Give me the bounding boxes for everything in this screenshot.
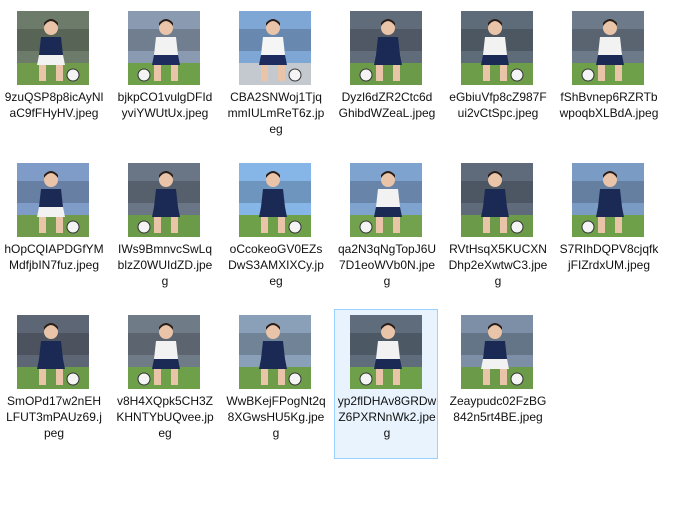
file-name[interactable]: IWs9BmnvcSwLqblzZ0WUIdZD.jpeg — [115, 241, 215, 289]
image-thumbnail-icon — [128, 315, 200, 389]
file-item[interactable]: SmOPd17w2nEHLFUT3mPAUz69.jpeg — [1, 309, 105, 459]
file-name[interactable]: hOpCQIAPDGfYMMdfjbIN7fuz.jpeg — [4, 241, 104, 273]
file-item[interactable]: RVtHsqX5KUCXNDhp2eXwtwC3.jpeg — [445, 157, 549, 307]
file-item[interactable]: S7RIhDQPV8cjqfkjFIZrdxUM.jpeg — [556, 157, 660, 307]
file-item[interactable]: CBA2SNWoj1TjqmmIULmReT6z.jpeg — [223, 5, 327, 155]
file-name[interactable]: Dyzl6dZR2Ctc6dGhibdWZeaL.jpeg — [337, 89, 437, 121]
image-thumbnail-icon — [17, 163, 89, 237]
file-item[interactable]: yp2flDHAv8GRDwZ6PXRNnWk2.jpeg — [334, 309, 438, 459]
image-thumbnail-icon — [239, 315, 311, 389]
file-item[interactable]: Zeaypudc02FzBG842n5rt4BE.jpeg — [445, 309, 549, 459]
image-thumbnail-icon — [461, 163, 533, 237]
image-thumbnail-icon — [239, 163, 311, 237]
file-item[interactable]: hOpCQIAPDGfYMMdfjbIN7fuz.jpeg — [1, 157, 105, 307]
image-thumbnail-icon — [461, 11, 533, 85]
file-item[interactable]: oCcokeoGV0EZsDwS3AMXIXCy.jpeg — [223, 157, 327, 307]
file-name[interactable]: eGbiuVfp8cZ987Fui2vCtSpc.jpeg — [448, 89, 548, 121]
file-item[interactable]: Dyzl6dZR2Ctc6dGhibdWZeaL.jpeg — [334, 5, 438, 155]
file-item[interactable]: WwBKejFPogNt2q8XGwsHU5Kg.jpeg — [223, 309, 327, 459]
file-name[interactable]: RVtHsqX5KUCXNDhp2eXwtwC3.jpeg — [448, 241, 548, 289]
file-name[interactable]: fShBvnep6RZRTbwpoqbXLBdA.jpeg — [559, 89, 659, 121]
file-grid: 9zuQSP8p8icAyNlaC9fFHyHV.jpeg bjkpCO1vulg… — [0, 0, 684, 512]
file-item[interactable]: fShBvnep6RZRTbwpoqbXLBdA.jpeg — [556, 5, 660, 155]
file-item[interactable]: qa2N3qNgTopJ6U7D1eoWVb0N.jpeg — [334, 157, 438, 307]
file-name[interactable]: SmOPd17w2nEHLFUT3mPAUz69.jpeg — [4, 393, 104, 441]
file-item[interactable]: IWs9BmnvcSwLqblzZ0WUIdZD.jpeg — [112, 157, 216, 307]
file-item[interactable]: v8H4XQpk5CH3ZKHNTYbUQvee.jpeg — [112, 309, 216, 459]
image-thumbnail-icon — [239, 11, 311, 85]
file-item[interactable]: eGbiuVfp8cZ987Fui2vCtSpc.jpeg — [445, 5, 549, 155]
file-name[interactable]: oCcokeoGV0EZsDwS3AMXIXCy.jpeg — [226, 241, 326, 289]
file-item[interactable]: bjkpCO1vulgDFIdyviYWUtUx.jpeg — [112, 5, 216, 155]
image-thumbnail-icon — [17, 315, 89, 389]
file-name[interactable]: bjkpCO1vulgDFIdyviYWUtUx.jpeg — [115, 89, 215, 121]
image-thumbnail-icon — [572, 11, 644, 85]
file-name[interactable]: 9zuQSP8p8icAyNlaC9fFHyHV.jpeg — [4, 89, 104, 121]
image-thumbnail-icon — [128, 163, 200, 237]
file-name[interactable]: S7RIhDQPV8cjqfkjFIZrdxUM.jpeg — [559, 241, 659, 273]
file-name[interactable]: v8H4XQpk5CH3ZKHNTYbUQvee.jpeg — [115, 393, 215, 441]
image-thumbnail-icon — [350, 163, 422, 237]
image-thumbnail-icon — [350, 11, 422, 85]
image-thumbnail-icon — [350, 315, 422, 389]
file-item[interactable]: 9zuQSP8p8icAyNlaC9fFHyHV.jpeg — [1, 5, 105, 155]
file-name[interactable]: Zeaypudc02FzBG842n5rt4BE.jpeg — [448, 393, 548, 425]
file-name[interactable]: qa2N3qNgTopJ6U7D1eoWVb0N.jpeg — [337, 241, 437, 289]
image-thumbnail-icon — [128, 11, 200, 85]
image-thumbnail-icon — [461, 315, 533, 389]
image-thumbnail-icon — [572, 163, 644, 237]
file-name[interactable]: yp2flDHAv8GRDwZ6PXRNnWk2.jpeg — [337, 393, 437, 441]
file-name[interactable]: WwBKejFPogNt2q8XGwsHU5Kg.jpeg — [226, 393, 326, 441]
image-thumbnail-icon — [17, 11, 89, 85]
file-name[interactable]: CBA2SNWoj1TjqmmIULmReT6z.jpeg — [226, 89, 326, 137]
